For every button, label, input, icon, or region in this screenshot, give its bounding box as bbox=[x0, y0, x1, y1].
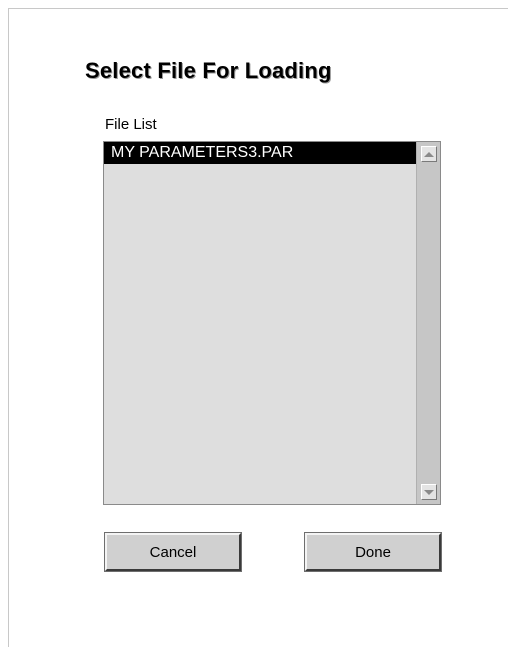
arrow-up-icon bbox=[424, 151, 434, 157]
done-button[interactable]: Done bbox=[304, 532, 442, 572]
file-list-item[interactable]: MY PARAMETERS3.PAR bbox=[104, 142, 416, 164]
file-list-area: MY PARAMETERS3.PAR bbox=[104, 142, 416, 504]
scroll-up-button[interactable] bbox=[421, 146, 437, 162]
file-list-label: File List bbox=[105, 116, 157, 133]
cancel-button[interactable]: Cancel bbox=[104, 532, 242, 572]
file-list-scrollbar[interactable] bbox=[416, 142, 440, 504]
dialog-title: Select File For Loading bbox=[85, 58, 332, 83]
scroll-down-button[interactable] bbox=[421, 484, 437, 500]
file-listbox[interactable]: MY PARAMETERS3.PAR bbox=[103, 141, 441, 505]
arrow-down-icon bbox=[424, 489, 434, 495]
